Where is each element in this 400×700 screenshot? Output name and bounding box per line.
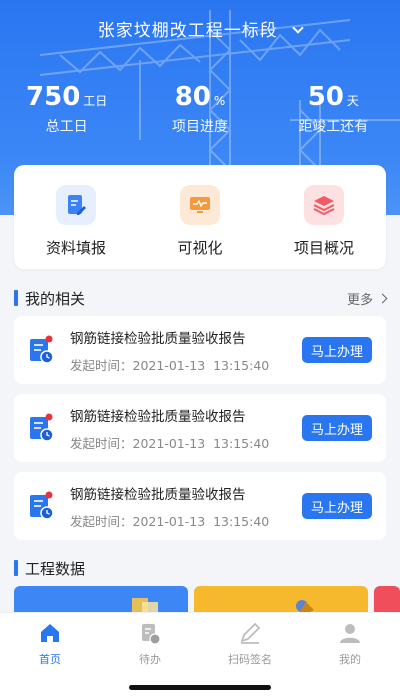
quick-item-overview[interactable]: 项目概况: [262, 165, 386, 269]
task-card[interactable]: 钢筋链接检验批质量验收报告 发起时间：2021-01-13 13:15:40 马…: [14, 472, 386, 540]
stat-value: 50: [307, 82, 344, 112]
layers-icon: [304, 185, 344, 225]
quick-label: 资料填报: [45, 239, 106, 257]
tab-mine[interactable]: 我的: [300, 613, 400, 700]
home-icon: [41, 624, 59, 642]
time-label: 发起时间：: [70, 435, 133, 451]
stat-label: 距竣工还有: [298, 119, 369, 135]
section-title: 工程数据: [25, 559, 86, 578]
time-value: 2021-01-13 13:15:40: [132, 357, 270, 373]
stats-row: 750 工日 总工日 80% 项目进度 50 天 距竣工还有: [0, 82, 400, 136]
time-value: 2021-01-13 13:15:40: [132, 435, 270, 451]
stat-days-left: 50 天 距竣工还有: [267, 82, 400, 136]
task-title: 钢筋链接检验批质量验收报告: [70, 486, 246, 503]
chevron-right-icon: [377, 293, 388, 303]
stat-label: 项目进度: [171, 119, 228, 135]
sign-icon: [240, 622, 261, 644]
task-time: 发起时间：2021-01-13 13:15:40: [70, 511, 302, 530]
task-body: 钢筋链接检验批质量验收报告 发起时间：2021-01-13 13:15:40: [70, 405, 302, 452]
home-indicator: [129, 685, 271, 690]
report-icon: [28, 413, 56, 443]
todo-icon: [142, 624, 161, 645]
quick-actions-card: 资料填报 可视化 项目概况: [14, 165, 386, 269]
time-value: 2021-01-13 13:15:40: [132, 513, 270, 529]
section-bar: [14, 290, 18, 306]
task-card[interactable]: 钢筋链接检验批质量验收报告 发起时间：2021-01-13 13:15:40 马…: [14, 316, 386, 384]
user-icon: [340, 624, 360, 643]
tab-label: 扫码签名: [228, 653, 272, 666]
stat-label: 总工日: [45, 119, 88, 135]
monitor-icon: [180, 185, 220, 225]
project-selector[interactable]: 张家坟棚改工程一标段: [0, 16, 400, 41]
more-link[interactable]: 更多: [346, 289, 388, 308]
task-time: 发起时间：2021-01-13 13:15:40: [70, 355, 302, 374]
chevron-down-icon: [292, 22, 304, 34]
time-label: 发起时间：: [70, 513, 133, 529]
stat-unit: %: [213, 94, 226, 108]
section-my-related: 我的相关 更多: [14, 286, 388, 310]
quick-label: 项目概况: [293, 239, 354, 257]
handle-now-button[interactable]: 马上办理: [302, 415, 372, 441]
tab-label: 首页: [39, 653, 61, 666]
stat-value: 750: [26, 82, 81, 112]
task-card[interactable]: 钢筋链接检验批质量验收报告 发起时间：2021-01-13 13:15:40 马…: [14, 394, 386, 462]
tab-label: 我的: [339, 653, 361, 666]
section-bar: [14, 560, 18, 576]
task-title: 钢筋链接检验批质量验收报告: [70, 330, 246, 347]
quick-item-visualization[interactable]: 可视化: [138, 165, 262, 269]
task-body: 钢筋链接检验批质量验收报告 发起时间：2021-01-13 13:15:40: [70, 327, 302, 374]
quick-label: 可视化: [177, 239, 223, 257]
section-title: 我的相关: [25, 289, 86, 308]
stat-unit: 天: [346, 94, 359, 108]
task-body: 钢筋链接检验批质量验收报告 发起时间：2021-01-13 13:15:40: [70, 483, 302, 530]
stat-total-days: 750 工日 总工日: [0, 82, 133, 136]
handle-now-button[interactable]: 马上办理: [302, 337, 372, 363]
task-title: 钢筋链接检验批质量验收报告: [70, 408, 246, 425]
report-icon: [28, 335, 56, 365]
stat-value: 80: [174, 82, 211, 112]
section-engineering-data: 工程数据: [14, 556, 386, 580]
time-label: 发起时间：: [70, 357, 133, 373]
task-time: 发起时间：2021-01-13 13:15:40: [70, 433, 302, 452]
report-icon: [28, 491, 56, 521]
handle-now-button[interactable]: 马上办理: [302, 493, 372, 519]
more-label: 更多: [346, 292, 373, 308]
stat-unit: 工日: [83, 94, 108, 108]
project-name: 张家坟棚改工程一标段: [97, 21, 278, 41]
tab-label: 待办: [139, 653, 161, 666]
tab-home[interactable]: 首页: [0, 613, 100, 700]
document-edit-icon: [56, 185, 96, 225]
quick-item-data-entry[interactable]: 资料填报: [14, 165, 138, 269]
stat-progress: 80% 项目进度: [133, 82, 266, 136]
